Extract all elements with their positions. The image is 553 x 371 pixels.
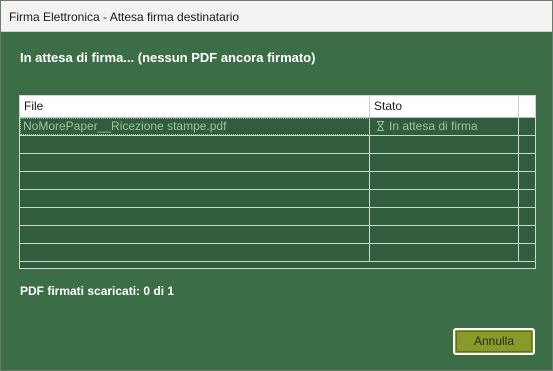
status-cell — [370, 172, 519, 189]
column-header-stato[interactable]: Stato — [370, 96, 519, 117]
file-name-cell — [20, 172, 370, 189]
file-name-cell — [20, 226, 370, 243]
download-count-text: PDF firmati scaricati: 0 di 1 — [20, 284, 175, 298]
table-row[interactable] — [20, 208, 535, 226]
file-name-cell — [20, 244, 370, 261]
column-header-file[interactable]: File — [20, 96, 370, 117]
filler-cell — [519, 226, 535, 243]
filler-cell — [519, 244, 535, 261]
table-row[interactable] — [20, 172, 535, 190]
file-name-cell — [20, 190, 370, 207]
file-status-table[interactable]: File Stato NoMorePaper__Ricezione stampe… — [19, 95, 536, 269]
status-cell — [370, 136, 519, 153]
table-row[interactable] — [20, 154, 535, 172]
filler-cell — [519, 154, 535, 171]
table-row[interactable] — [20, 190, 535, 208]
status-text: In attesa di firma — [389, 119, 478, 133]
filler-cell — [519, 190, 535, 207]
filler-cell — [519, 136, 535, 153]
table-body: NoMorePaper__Ricezione stampe.pdf In att… — [20, 118, 535, 262]
status-cell — [370, 244, 519, 261]
table-row[interactable] — [20, 244, 535, 262]
file-name-cell: NoMorePaper__Ricezione stampe.pdf — [20, 118, 370, 135]
hourglass-icon — [377, 121, 384, 131]
table-row[interactable] — [20, 226, 535, 244]
status-cell — [370, 208, 519, 225]
file-name-cell — [20, 208, 370, 225]
window-title: Firma Elettronica - Attesa firma destina… — [9, 10, 240, 24]
file-name-cell — [20, 154, 370, 171]
status-cell — [370, 190, 519, 207]
status-cell — [370, 154, 519, 171]
filler-cell — [519, 172, 535, 189]
column-header-filler — [519, 96, 535, 117]
page-title: In attesa di firma... (nessun PDF ancora… — [20, 50, 316, 65]
table-header: File Stato — [20, 96, 535, 118]
table-row[interactable] — [20, 136, 535, 154]
cancel-button[interactable]: Annulla — [453, 328, 535, 355]
status-cell — [370, 226, 519, 243]
table-row[interactable]: NoMorePaper__Ricezione stampe.pdf In att… — [20, 118, 535, 136]
file-name-cell — [20, 136, 370, 153]
title-bar[interactable]: Firma Elettronica - Attesa firma destina… — [1, 1, 552, 32]
filler-cell — [519, 118, 535, 135]
dialog-window: Firma Elettronica - Attesa firma destina… — [0, 0, 553, 371]
status-cell: In attesa di firma — [370, 118, 519, 135]
filler-cell — [519, 208, 535, 225]
